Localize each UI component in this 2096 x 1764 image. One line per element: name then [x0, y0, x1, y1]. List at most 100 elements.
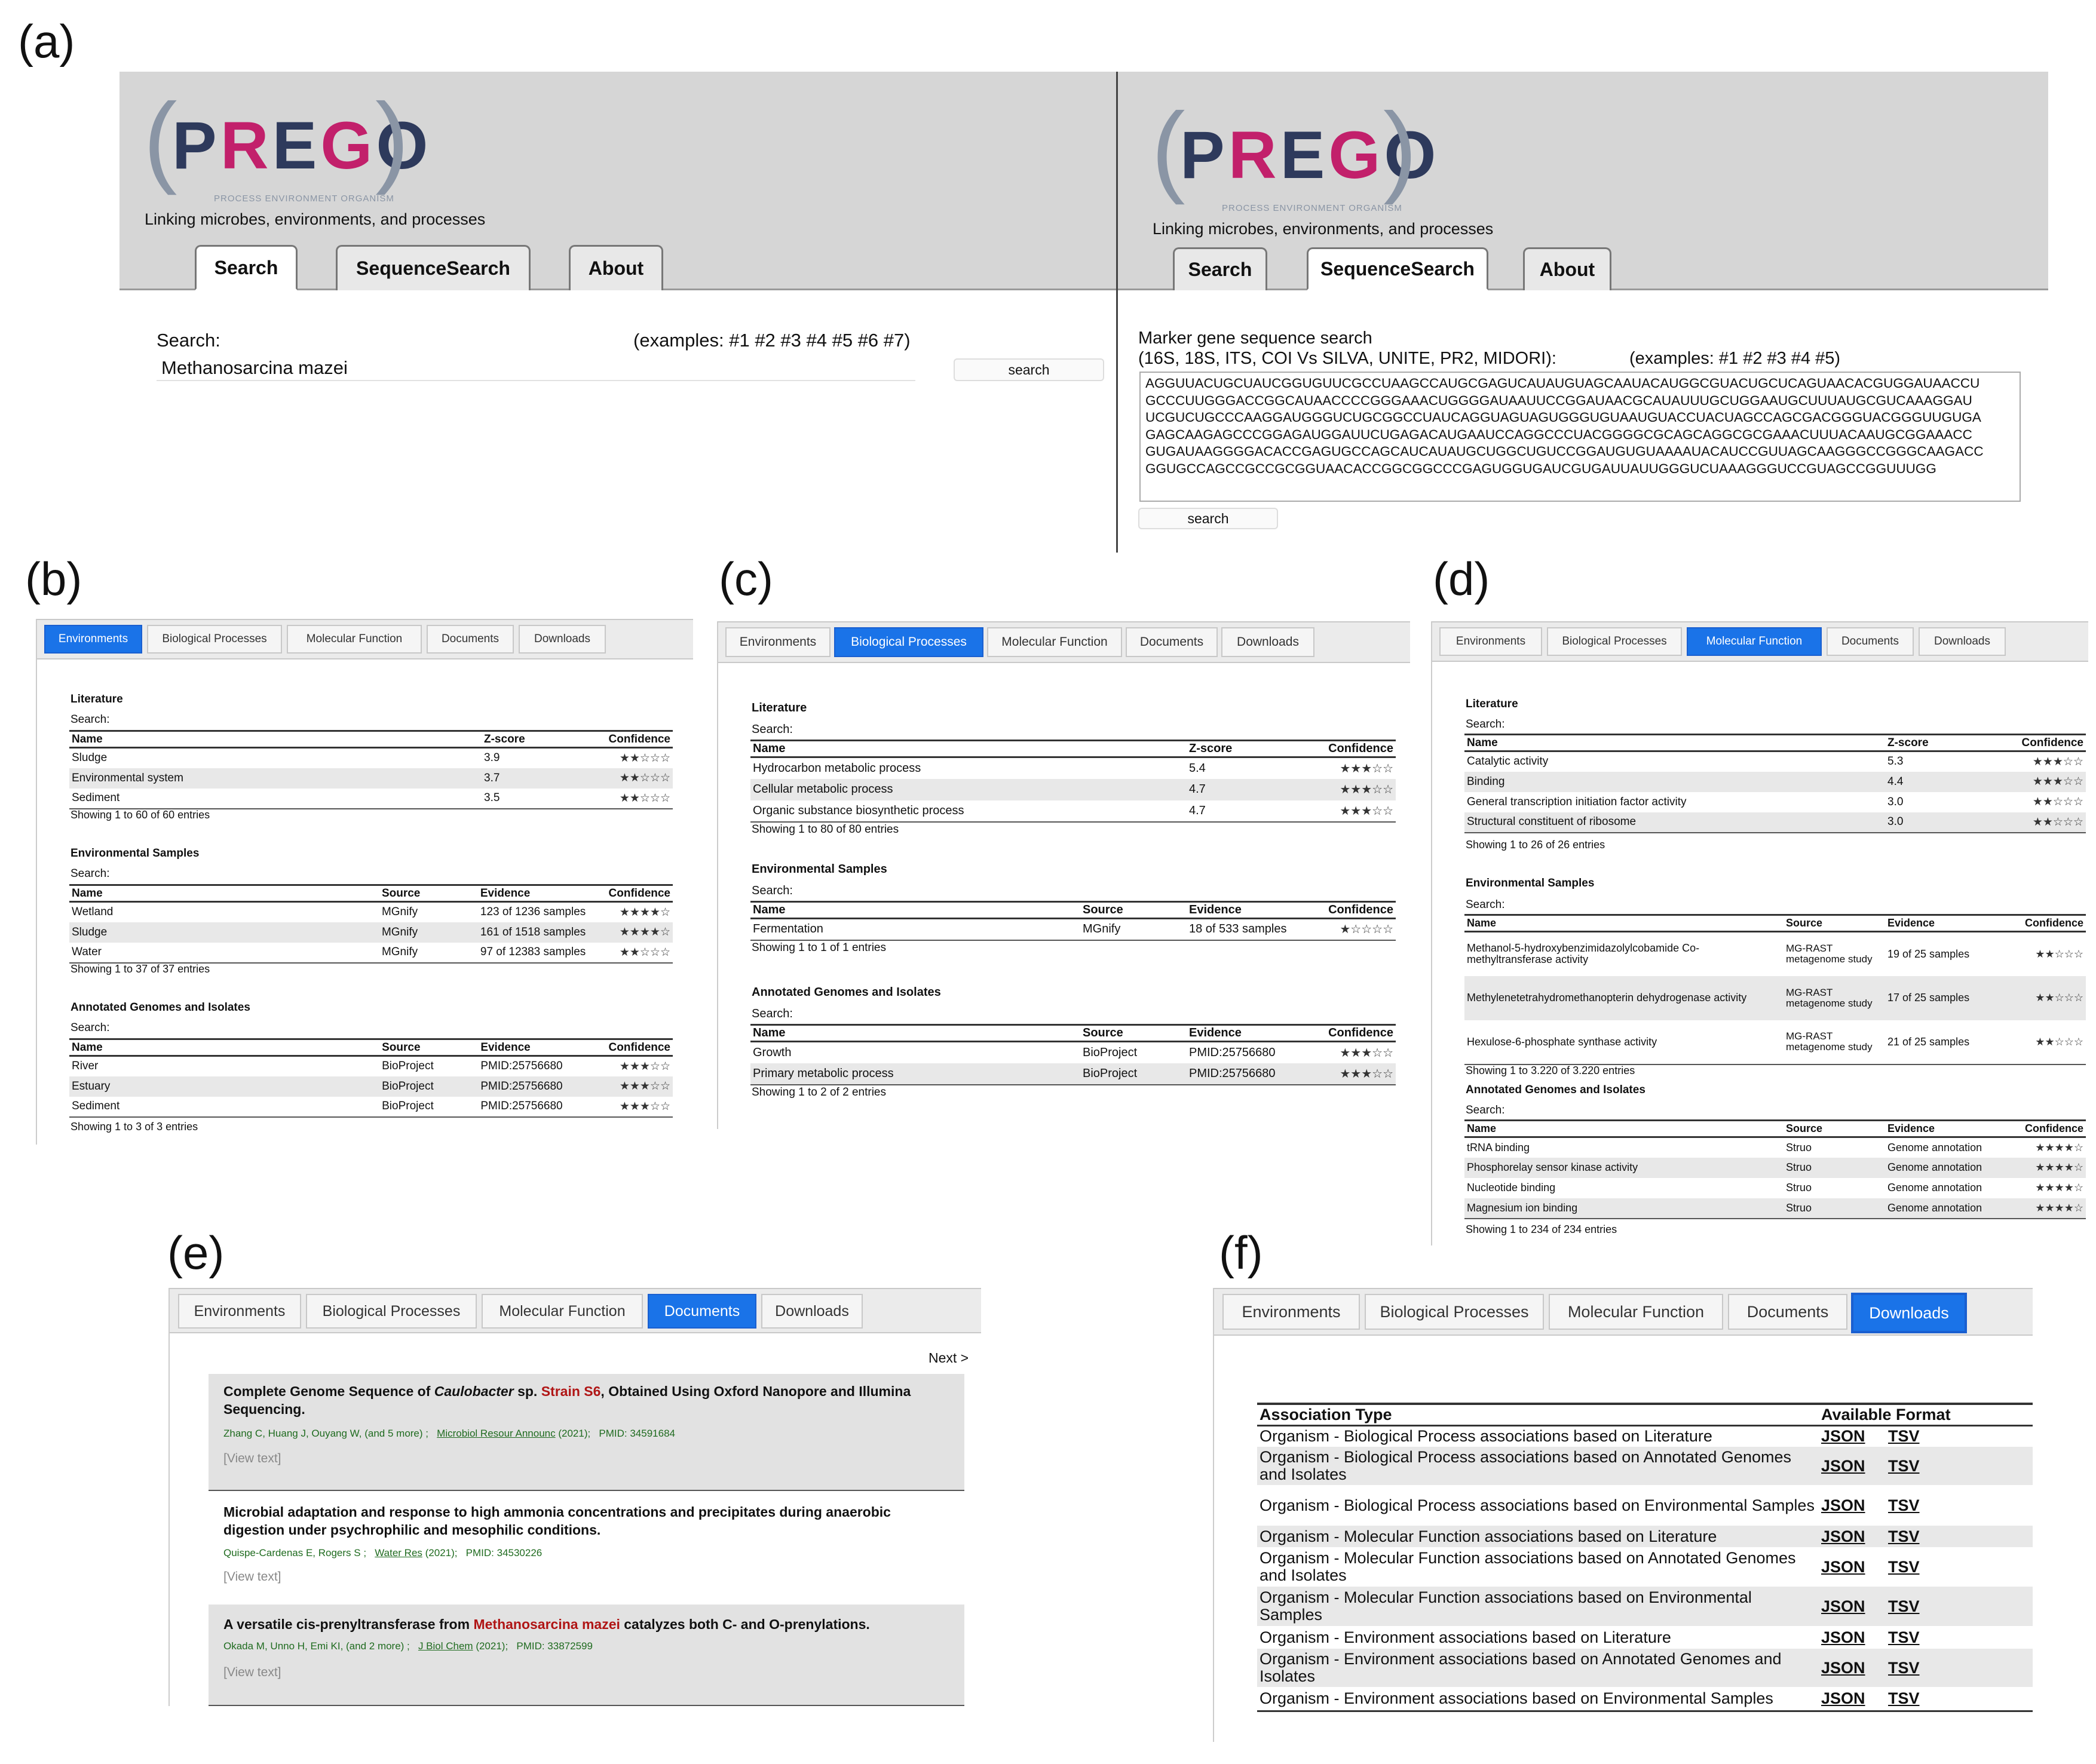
tab-environments[interactable]: Environments [178, 1294, 301, 1329]
json-link[interactable]: JSON [1821, 1427, 1865, 1445]
genomes-search[interactable]: Search: [71, 1021, 109, 1035]
document-title[interactable]: Microbial adaptation and response to hig… [223, 1503, 940, 1539]
tab-biological-processes[interactable]: Biological Processes [834, 627, 983, 657]
json-link[interactable]: JSON [1821, 1597, 1865, 1615]
prego-logo: ( PREGO ) PROCESS ENVIRONMENT ORGANISM [1151, 92, 1440, 213]
tab-environments[interactable]: Environments [1439, 627, 1542, 656]
view-text-link[interactable]: [View text] [223, 1665, 281, 1680]
env-samples-search[interactable]: Search: [752, 884, 793, 898]
tab-biological-processes[interactable]: Biological Processes [147, 625, 282, 654]
tsv-link[interactable]: TSV [1888, 1496, 1920, 1514]
tab-documents[interactable]: Documents [1126, 627, 1218, 657]
environments-panel: Environments Biological Processes Molecu… [36, 619, 693, 1145]
env-samples-search[interactable]: Search: [71, 867, 109, 881]
tab-documents[interactable]: Documents [648, 1294, 756, 1329]
tsv-link[interactable]: TSV [1888, 1689, 1920, 1707]
json-link[interactable]: JSON [1821, 1659, 1865, 1677]
view-text-link[interactable]: [View text] [223, 1452, 281, 1466]
table-row: Organic substance biosynthetic process 4.… [750, 800, 1396, 823]
seq-databases: (16S, 18S, ITS, COI Vs SILVA, UNITE, PR2… [1138, 349, 1556, 368]
tab-documents[interactable]: Documents [427, 625, 514, 654]
seq-search-button[interactable]: search [1138, 508, 1278, 529]
tab-biological-processes[interactable]: Biological Processes [1547, 627, 1682, 656]
literature-search[interactable]: Search: [1466, 718, 1504, 731]
json-link[interactable]: JSON [1821, 1558, 1865, 1576]
journal-link[interactable]: J Biol Chem [418, 1640, 473, 1652]
literature-search[interactable]: Search: [752, 723, 793, 737]
tab-search[interactable]: Search [195, 245, 298, 290]
tab-sequence-search[interactable]: SequenceSearch [1307, 247, 1488, 290]
view-text-link[interactable]: [View text] [223, 1570, 281, 1584]
search-page: ( PREGO ) PROCESS ENVIRONMENT ORGANISM L… [119, 72, 1117, 550]
tab-downloads[interactable]: Downloads [1919, 627, 2006, 656]
search-examples[interactable]: (examples: #1 #2 #3 #4 #5 #6 #7) [633, 330, 911, 351]
tab-molecular-function[interactable]: Molecular Function [482, 1294, 643, 1329]
journal-link[interactable]: Microbiol Resour Announc [437, 1428, 555, 1439]
downloads-table: Association Type Available Format Organis… [1257, 1403, 2033, 1712]
tab-environments[interactable]: Environments [725, 627, 831, 657]
tab-downloads[interactable]: Downloads [761, 1294, 863, 1329]
env-samples-search[interactable]: Search: [1466, 898, 1504, 912]
genomes-search[interactable]: Search: [1466, 1104, 1504, 1117]
next-page-link[interactable]: Next > [929, 1350, 969, 1366]
json-link[interactable]: JSON [1821, 1527, 1865, 1545]
tab-biological-processes[interactable]: Biological Processes [1365, 1294, 1544, 1330]
document-meta: Okada M, Unno H, Emi KI, (and 2 more) ; … [223, 1640, 593, 1652]
literature-table: Name Z-score Confidence Catalytic activity… [1464, 734, 2086, 833]
table-row: Organism - Environment associations base… [1257, 1649, 2033, 1687]
json-link[interactable]: JSON [1821, 1496, 1865, 1514]
table-row: Water MGnify 97 of 12383 samples ★★☆☆☆ [69, 942, 673, 964]
tab-molecular-function[interactable]: Molecular Function [1549, 1294, 1723, 1330]
tab-molecular-function[interactable]: Molecular Function [287, 625, 422, 654]
tab-documents[interactable]: Documents [1827, 627, 1914, 656]
literature-search[interactable]: Search: [71, 713, 109, 726]
tab-downloads[interactable]: Downloads [519, 625, 606, 654]
table-row: General transcription initiation factor … [1467, 795, 2083, 809]
literature-showing: Showing 1 to 60 of 60 entries [71, 809, 210, 821]
sequence-textarea[interactable]: AGGUUACUGCUAUCGGUGUUCGCCUAAGCCAUGCGAGUCA… [1139, 372, 2021, 502]
seq-examples[interactable]: (examples: #1 #2 #3 #4 #5) [1629, 349, 1840, 369]
tab-about[interactable]: About [569, 245, 663, 290]
table-row: Organism - Biological Process associatio… [1260, 1427, 1920, 1446]
tsv-link[interactable]: TSV [1888, 1427, 1920, 1445]
document-title[interactable]: A versatile cis-prenyltransferase from M… [223, 1615, 940, 1633]
tsv-link[interactable]: TSV [1888, 1457, 1920, 1475]
table-row: Sludge 3.9 ★★☆☆☆ [72, 751, 670, 765]
search-button[interactable]: search [954, 358, 1104, 381]
journal-link[interactable]: Water Res [375, 1547, 422, 1559]
json-link[interactable]: JSON [1821, 1689, 1865, 1707]
tab-biological-processes[interactable]: Biological Processes [306, 1294, 477, 1329]
json-link[interactable]: JSON [1821, 1628, 1865, 1646]
tab-environments[interactable]: Environments [1222, 1294, 1360, 1330]
table-row: Organism - Environment associations base… [1257, 1687, 2033, 1712]
tab-environments[interactable]: Environments [44, 625, 142, 654]
tab-sequence-search[interactable]: SequenceSearch [336, 245, 531, 290]
tab-search[interactable]: Search [1173, 247, 1267, 290]
document-meta: Quispe-Cardenas E, Rogers S ; Water Res … [223, 1547, 543, 1559]
tsv-link[interactable]: TSV [1888, 1527, 1920, 1545]
genomes-heading: Annotated Genomes and Isolates [71, 1001, 250, 1014]
tab-downloads[interactable]: Downloads [1221, 627, 1314, 657]
genomes-heading: Annotated Genomes and Isolates [1466, 1084, 1645, 1096]
tab-downloads[interactable]: Downloads [1851, 1293, 1967, 1333]
json-link[interactable]: JSON [1821, 1457, 1865, 1475]
search-input[interactable]: Methanosarcina mazei [157, 352, 915, 381]
table-row: Hydrocarbon metabolic process 5.4 ★★★☆☆ [753, 761, 1393, 775]
tab-documents[interactable]: Documents [1728, 1294, 1847, 1330]
tsv-link[interactable]: TSV [1888, 1597, 1920, 1615]
genomes-search[interactable]: Search: [752, 1007, 793, 1021]
tsv-link[interactable]: TSV [1888, 1628, 1920, 1646]
tab-about[interactable]: About [1523, 247, 1611, 290]
table-row: Magnesium ion binding Struo Genome annotat… [1464, 1198, 2086, 1219]
table-row: Structural constituent of ribosome 3.0 ★★☆… [1464, 812, 2086, 833]
tsv-link[interactable]: TSV [1888, 1558, 1920, 1576]
literature-showing: Showing 1 to 26 of 26 entries [1466, 839, 1605, 851]
tsv-link[interactable]: TSV [1888, 1659, 1920, 1677]
document-item: Microbial adaptation and response to hig… [209, 1491, 964, 1605]
tab-molecular-function[interactable]: Molecular Function [987, 627, 1122, 657]
table-row: Nucleotide binding Struo Genome annotation… [1467, 1182, 2083, 1194]
tab-molecular-function[interactable]: Molecular Function [1687, 627, 1822, 656]
samples-showing: Showing 1 to 1 of 1 entries [752, 941, 886, 954]
document-title[interactable]: Complete Genome Sequence of Caulobacter … [223, 1382, 940, 1418]
env-samples-heading: Environmental Samples [71, 847, 200, 860]
